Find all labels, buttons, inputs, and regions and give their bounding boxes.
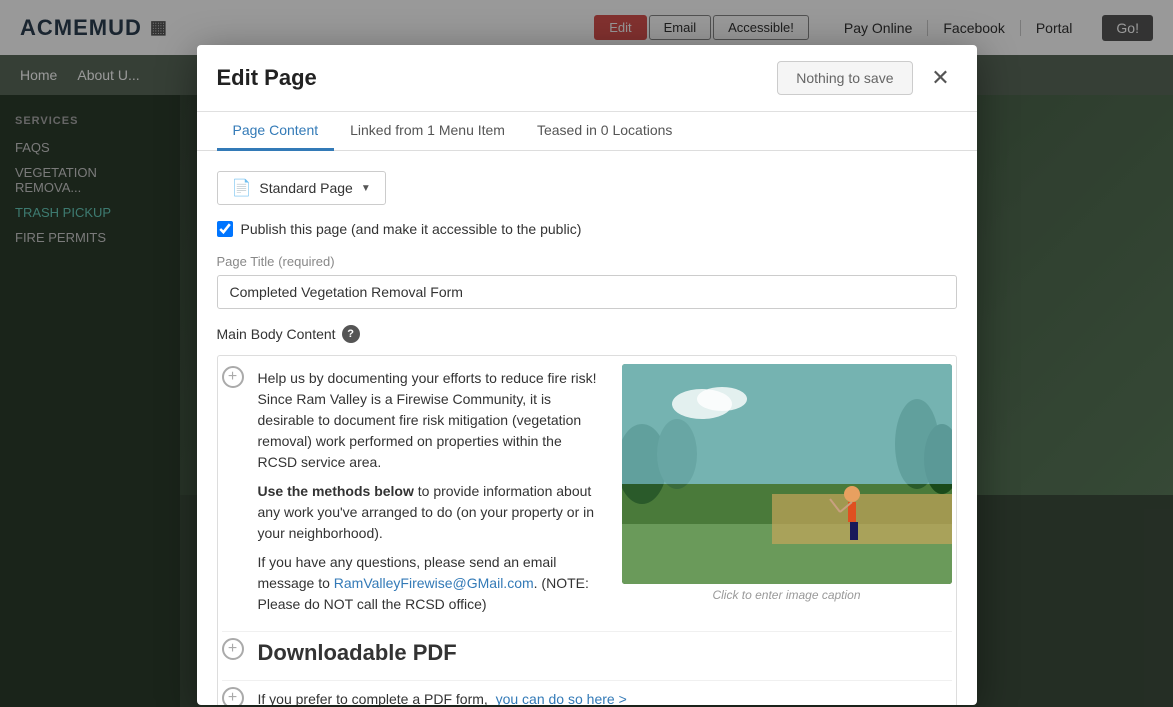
paragraph-1: Help us by documenting your efforts to r… (258, 368, 602, 473)
add-block-btn-2[interactable]: + (222, 638, 244, 660)
publish-row: Publish this page (and make it accessibl… (217, 221, 957, 237)
text-block-2: Downloadable PDF (250, 636, 952, 676)
page-type-dropdown[interactable]: 📄 Standard Page ▼ (217, 171, 386, 205)
page-title-input[interactable] (217, 275, 957, 309)
content-row-2: + Downloadable PDF (222, 632, 952, 681)
page-title-label: Page Title (required) (217, 253, 957, 269)
content-row-3: + If you prefer to complete a PDF form, … (222, 681, 952, 705)
nothing-to-save-button[interactable]: Nothing to save (777, 61, 912, 95)
add-block-btn-3[interactable]: + (222, 687, 244, 705)
image-block: Click to enter image caption (622, 364, 952, 627)
publish-checkbox[interactable] (217, 221, 233, 237)
downloadable-pdf-heading: Downloadable PDF (258, 640, 944, 666)
content-editor: + Help us by documenting your efforts to… (217, 355, 957, 705)
text-block-1: Help us by documenting your efforts to r… (250, 364, 610, 627)
tab-linked-menu[interactable]: Linked from 1 Menu Item (334, 112, 521, 151)
text-block-3: If you prefer to complete a PDF form, yo… (250, 685, 952, 705)
edit-page-modal: Edit Page Nothing to save ✕ Page Content… (197, 45, 977, 705)
pdf-text-before: If you prefer to complete a PDF form, (258, 691, 488, 705)
modal-header: Edit Page Nothing to save ✕ (197, 45, 977, 112)
paragraph-3: If you have any questions, please send a… (258, 552, 602, 615)
page-type-icon: 📄 (232, 178, 252, 198)
golf-course-image (622, 364, 952, 584)
email-link[interactable]: RamValleyFirewise@GMail.com (334, 575, 534, 591)
modal-title: Edit Page (217, 65, 778, 91)
publish-label: Publish this page (and make it accessibl… (241, 221, 582, 237)
pdf-link[interactable]: you can do so here > (496, 691, 627, 705)
add-block-btn-1[interactable]: + (222, 366, 244, 388)
close-modal-button[interactable]: ✕ (925, 62, 957, 94)
help-icon: ? (342, 325, 360, 343)
image-placeholder[interactable] (622, 364, 952, 584)
modal-tabs: Page Content Linked from 1 Menu Item Tea… (197, 112, 977, 151)
dropdown-arrow-icon: ▼ (361, 183, 371, 194)
main-body-label: Main Body Content ? (217, 325, 957, 343)
image-caption[interactable]: Click to enter image caption (622, 588, 952, 602)
paragraph-2: Use the methods below to provide informa… (258, 481, 602, 544)
modal-body: 📄 Standard Page ▼ Publish this page (and… (197, 151, 977, 705)
tab-teased-locations[interactable]: Teased in 0 Locations (521, 112, 688, 151)
pdf-text: If you prefer to complete a PDF form, yo… (258, 689, 944, 705)
page-type-label: Standard Page (259, 180, 352, 196)
content-block-1: Help us by documenting your efforts to r… (250, 364, 952, 627)
content-row-1: + Help us by documenting your efforts to… (222, 360, 952, 632)
tab-page-content[interactable]: Page Content (217, 112, 335, 151)
